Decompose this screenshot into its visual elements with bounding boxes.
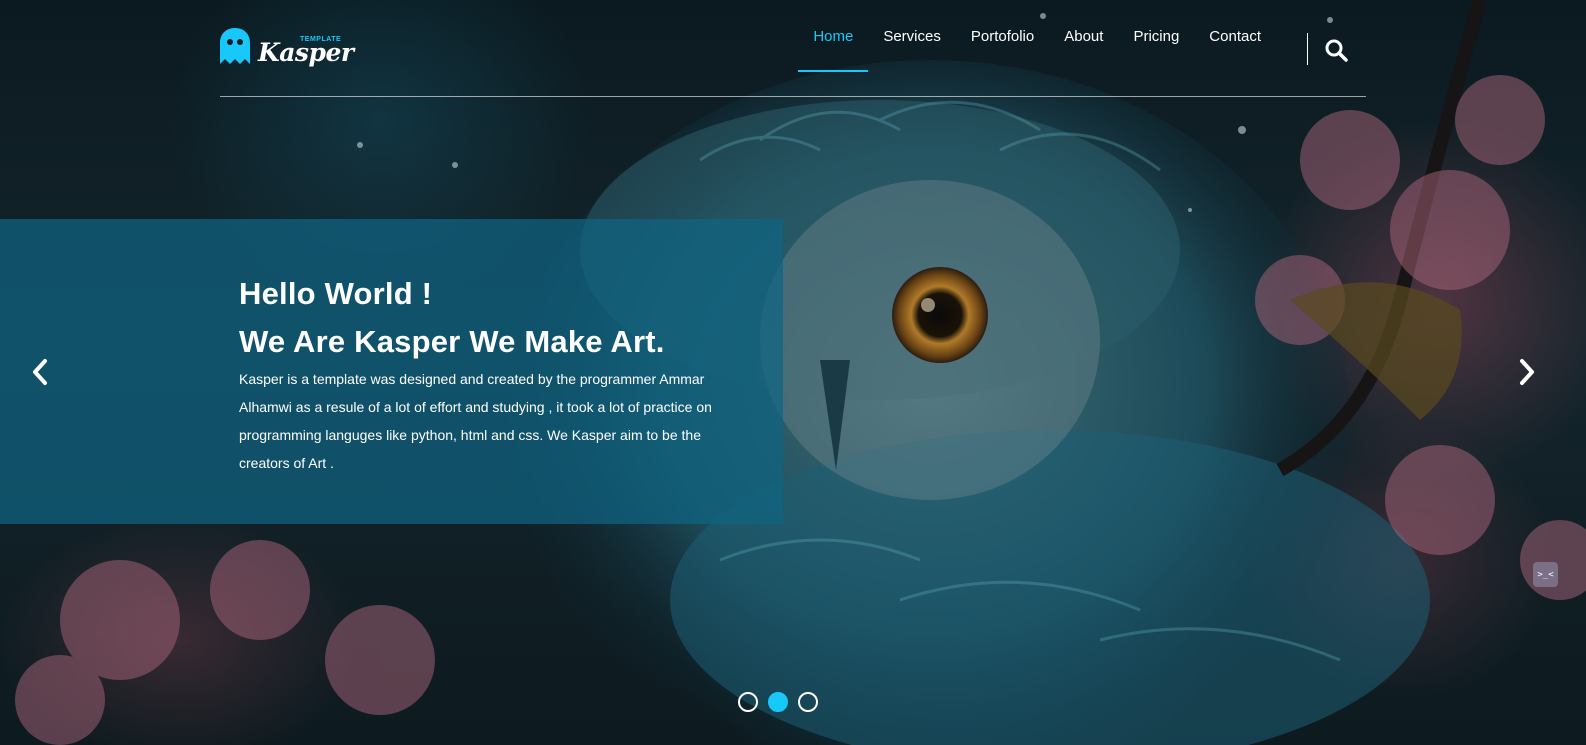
logo[interactable]: TEMPLATE Kasper (220, 26, 360, 70)
site-header: TEMPLATE Kasper Home Services Portofolio… (220, 0, 1366, 97)
chevron-right-icon[interactable] (1515, 358, 1539, 386)
nav-contact[interactable]: Contact (1194, 0, 1276, 72)
hero-slider: TEMPLATE Kasper Home Services Portofolio… (0, 0, 1586, 745)
main-nav: Home Services Portofolio About Pricing C… (798, 0, 1276, 72)
hero-text-panel: Hello World ! We Are Kasper We Make Art.… (0, 219, 783, 524)
nav-portofolio[interactable]: Portofolio (956, 0, 1049, 72)
nav-divider (1307, 33, 1308, 65)
chevron-left-icon[interactable] (28, 358, 52, 386)
hero-title-line2: We Are Kasper We Make Art. (239, 324, 665, 359)
nav-services[interactable]: Services (868, 0, 956, 72)
slider-bullet-2[interactable] (768, 692, 788, 712)
ghost-logo-icon (220, 28, 250, 64)
nav-home[interactable]: Home (798, 0, 869, 72)
nav-pricing[interactable]: Pricing (1118, 0, 1194, 72)
slider-bullet-3[interactable] (798, 692, 818, 712)
slider-bullets (738, 692, 818, 712)
nav-about[interactable]: About (1049, 0, 1118, 72)
logo-name: Kasper (258, 38, 354, 67)
search-icon[interactable] (1324, 38, 1348, 62)
hero-description: Kasper is a template was designed and cr… (239, 371, 712, 471)
floating-widget-button[interactable]: >_< (1533, 562, 1558, 587)
slider-bullet-1[interactable] (738, 692, 758, 712)
hero-title-line1: Hello World ! (239, 276, 433, 311)
